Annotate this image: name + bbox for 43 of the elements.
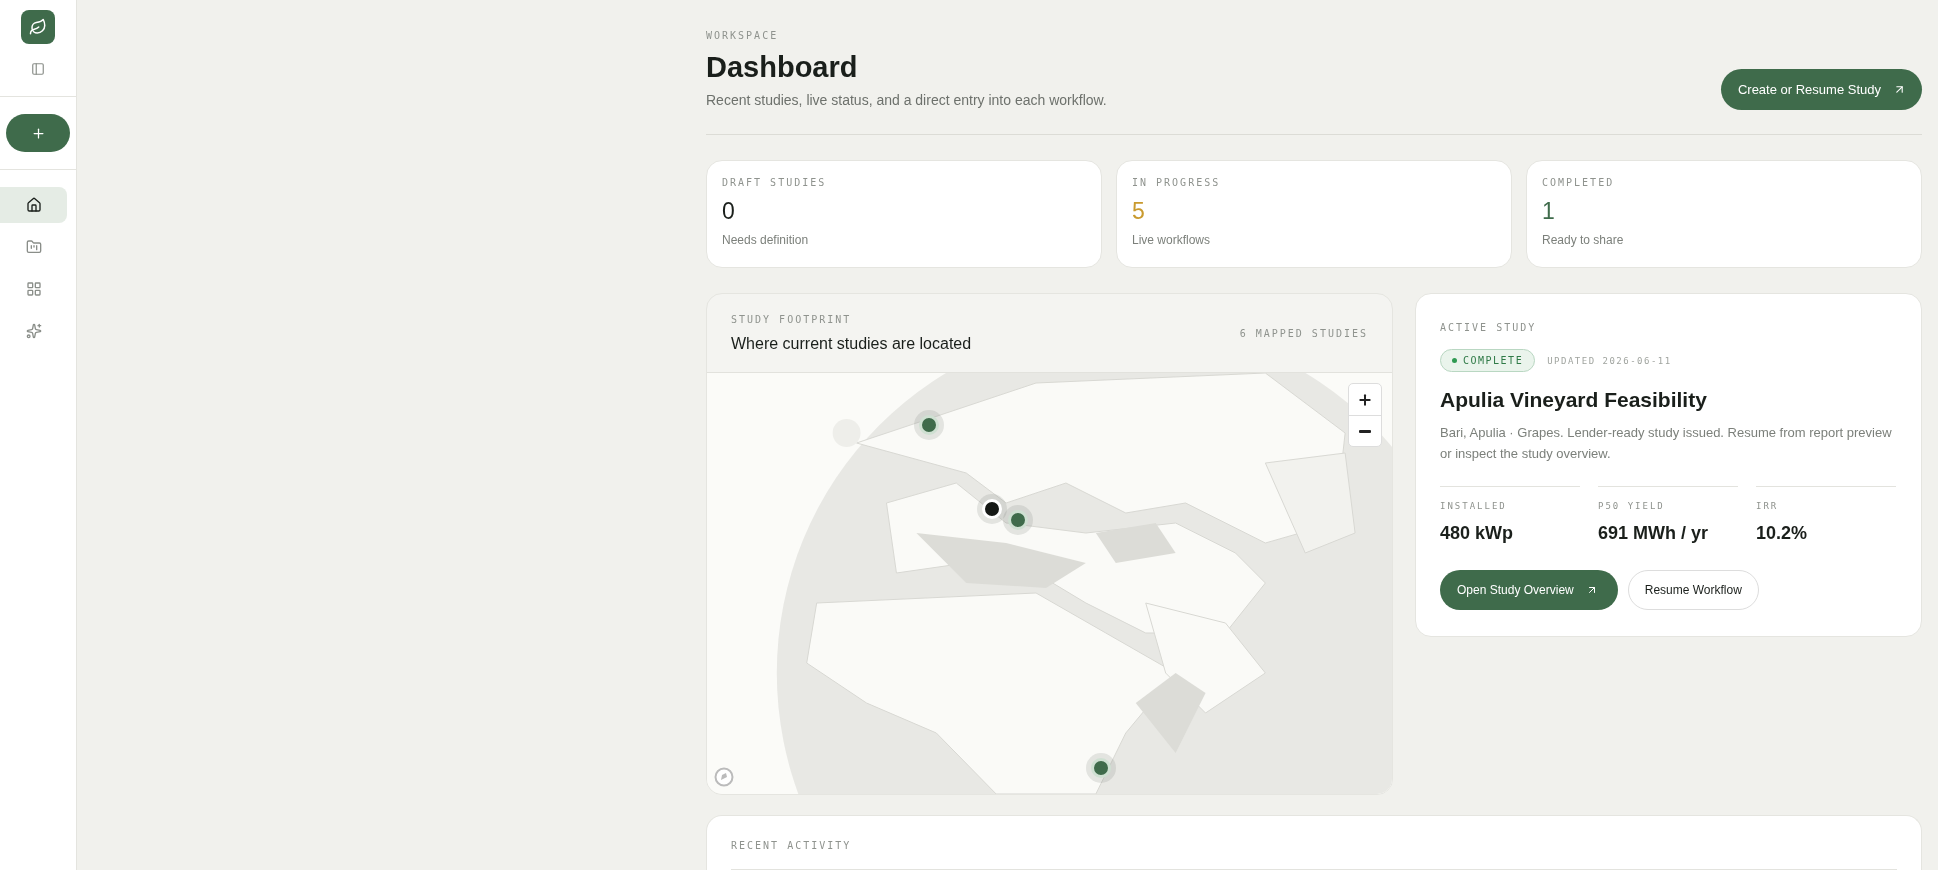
- new-study-button[interactable]: [6, 114, 70, 152]
- metric-value: 691 MWh / yr: [1598, 523, 1710, 544]
- metric-label: P50 YIELD: [1598, 501, 1666, 511]
- sidebar-toggle-icon[interactable]: [31, 62, 45, 76]
- stat-label: IN PROGRESS: [1132, 177, 1222, 188]
- stat-note: Live workflows: [1132, 233, 1212, 247]
- stat-note: Needs definition: [722, 233, 810, 247]
- home-nav-item[interactable]: [0, 187, 67, 223]
- mapped-count: 6 MAPPED STUDIES: [1239, 327, 1368, 339]
- stat-label: COMPLETED: [1542, 177, 1616, 188]
- stat-label: DRAFT STUDIES: [722, 177, 828, 188]
- stat-value: 1: [1542, 198, 1556, 225]
- create-study-button[interactable]: Create or Resume Study: [1720, 69, 1922, 110]
- open-overview-button[interactable]: Open Study Overview: [1440, 570, 1618, 610]
- map-title: Where current studies are located: [731, 334, 972, 353]
- page-subtitle: Recent studies, live status, and a direct entry into each workflow.: [706, 92, 1107, 108]
- map-eyebrow: STUDY FOOTPRINT: [731, 313, 853, 325]
- metric-value: 480 kWp: [1440, 523, 1515, 544]
- plus-icon: [30, 125, 46, 141]
- home-icon: [25, 197, 42, 213]
- recent-activity-eyebrow: RECENT ACTIVITY: [731, 840, 853, 851]
- metric-value: 10.2%: [1756, 523, 1809, 544]
- stat-value: 5: [1132, 198, 1146, 225]
- sparkles-icon: [25, 323, 42, 339]
- plus-icon: [1357, 391, 1373, 408]
- minus-icon: [1359, 429, 1371, 433]
- study-title: Apulia Vineyard Feasibility: [1440, 388, 1708, 412]
- metric-label: IRR: [1756, 501, 1780, 511]
- resume-workflow-button[interactable]: Resume Workflow: [1627, 570, 1759, 610]
- arrow-up-right-icon: [1893, 83, 1906, 96]
- status-badge: COMPLETE: [1440, 349, 1536, 372]
- stat-note: Ready to share: [1542, 233, 1625, 247]
- leaf-logo-icon[interactable]: [21, 10, 55, 44]
- page-eyebrow: WORKSPACE: [706, 30, 780, 41]
- study-description: Bari, Apulia · Grapes. Lender-ready study issued. Resume from report preview or inspect the study overview.: [1440, 424, 1893, 463]
- grid-icon: [25, 281, 42, 297]
- map-logo-icon: [714, 767, 734, 787]
- folder-icon: [25, 239, 42, 255]
- page-title: Dashboard: [706, 51, 859, 84]
- active-study-eyebrow: ACTIVE STUDY: [1440, 322, 1538, 333]
- metric-label: INSTALLED: [1440, 501, 1508, 511]
- stat-value: 0: [722, 198, 736, 225]
- updated-date: UPDATED 2026-06-11: [1547, 355, 1672, 366]
